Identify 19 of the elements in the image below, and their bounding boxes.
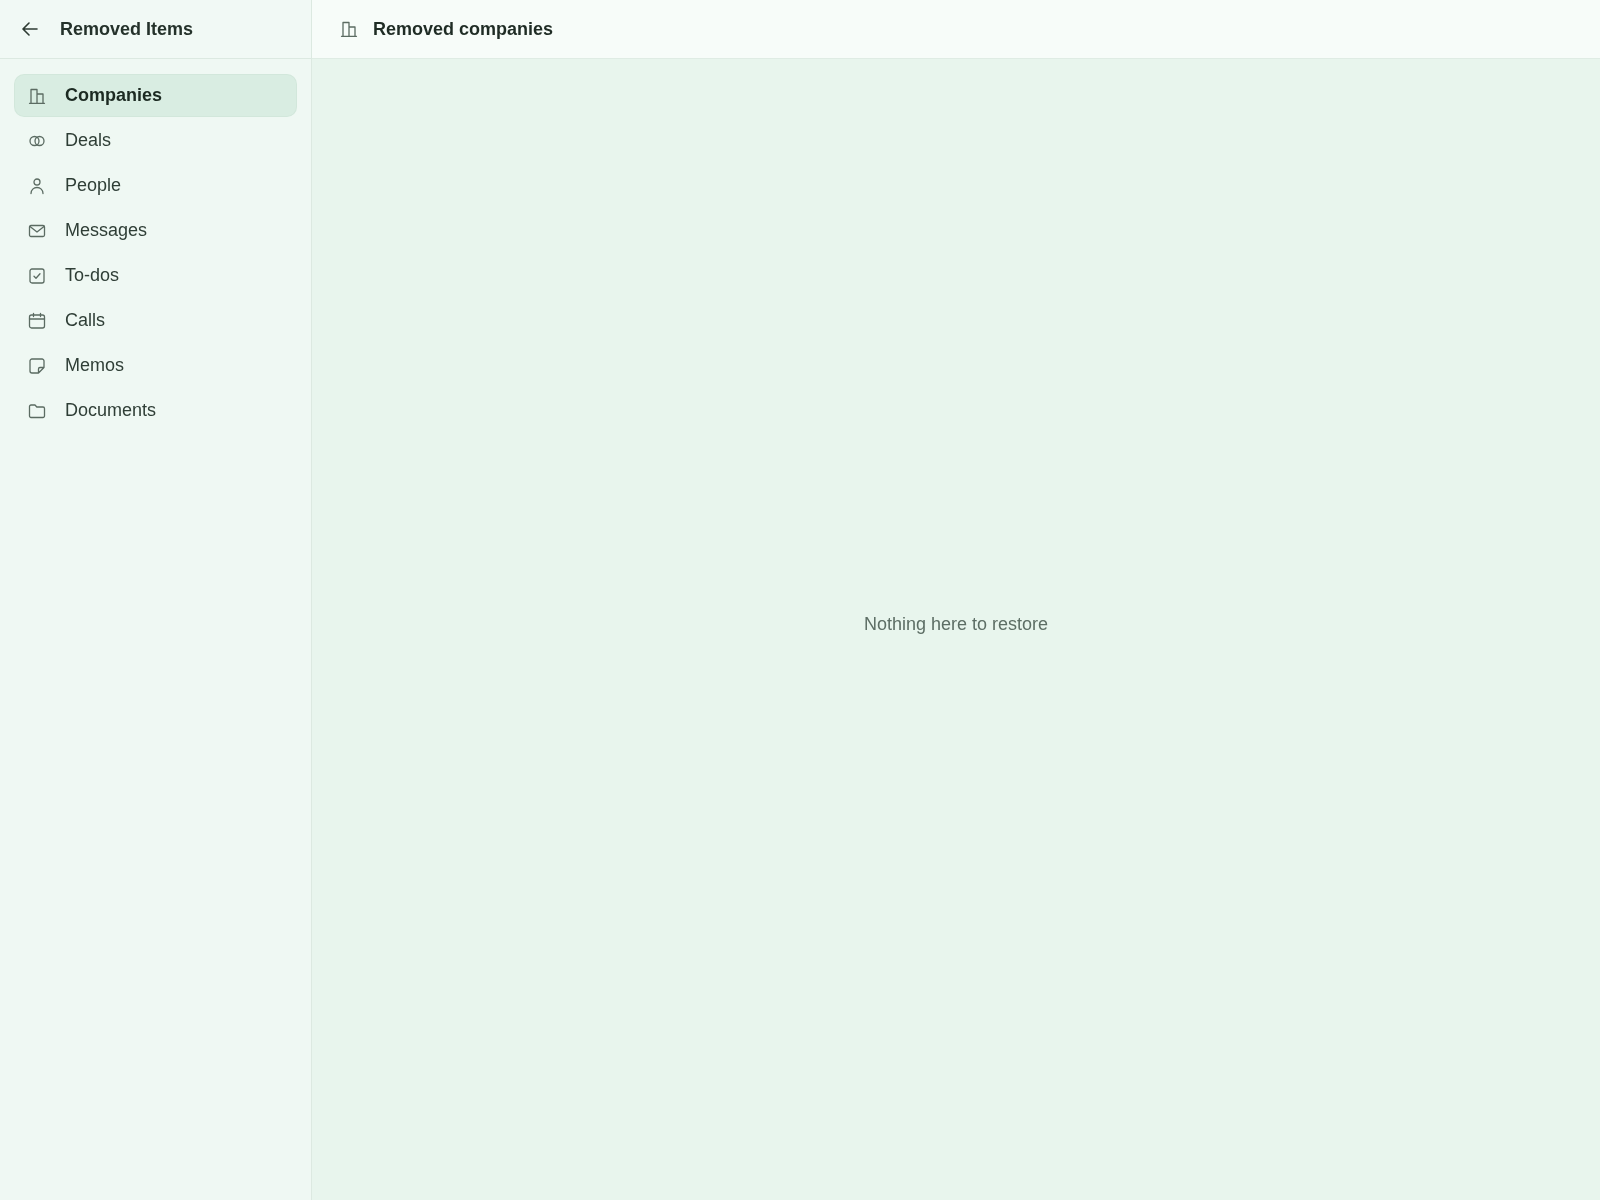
folder-icon bbox=[28, 401, 46, 420]
nav-item[interactable]: Calls bbox=[15, 300, 296, 341]
checkbox-icon bbox=[28, 266, 46, 285]
building-icon bbox=[340, 20, 358, 38]
nav-item[interactable]: Messages bbox=[15, 210, 296, 251]
nav-item[interactable]: Companies bbox=[15, 75, 296, 116]
note-icon bbox=[28, 356, 46, 375]
person-icon bbox=[28, 176, 46, 195]
sidebar-title: Removed Items bbox=[60, 18, 194, 40]
nav-item[interactable]: Deals bbox=[15, 120, 296, 161]
nav-item[interactable]: Documents bbox=[15, 390, 296, 431]
nav-item[interactable]: People bbox=[15, 165, 296, 206]
building-icon bbox=[28, 86, 46, 105]
empty-state-message: Nothing here to restore bbox=[863, 614, 1049, 635]
page-title: Removed companies bbox=[373, 18, 554, 40]
calendar-icon bbox=[28, 311, 46, 330]
nav-item[interactable]: To-dos bbox=[15, 255, 296, 296]
back-arrow-icon bbox=[22, 22, 38, 36]
nav-item[interactable]: Memos bbox=[15, 345, 296, 386]
